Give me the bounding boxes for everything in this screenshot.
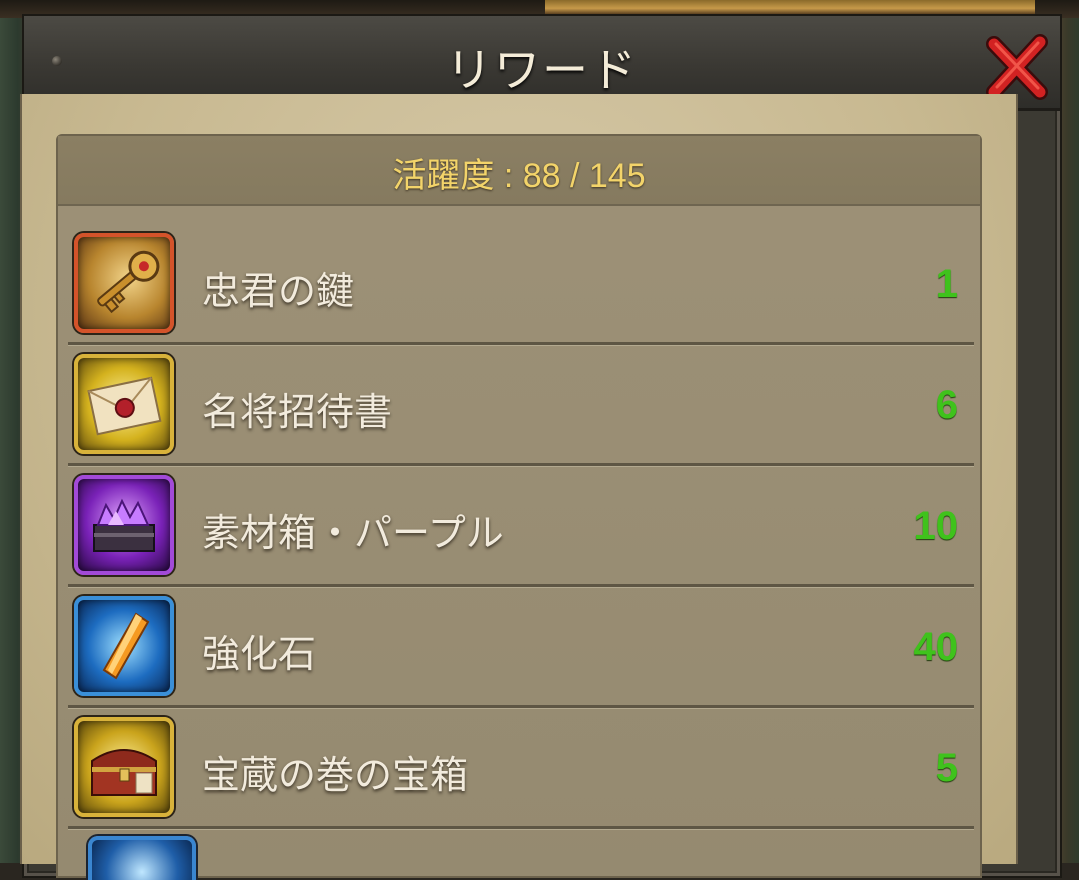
reward-name: 宝蔵の巻の宝箱 xyxy=(202,753,469,797)
reward-name: 強化石 xyxy=(202,632,317,676)
reward-list-panel: 活躍度 : 88 / 145 忠君の鍵 1 名将招待書 6 素材箱・パープル 1… xyxy=(56,134,982,880)
activity-points: 活躍度 : 88 / 145 xyxy=(392,157,646,195)
reward-count: 5 xyxy=(935,746,958,790)
partial-item-icon xyxy=(88,836,196,880)
sealed-letter-icon xyxy=(74,354,174,454)
golden-key-icon xyxy=(74,233,174,333)
reward-name: 素材箱・パープル xyxy=(202,511,504,555)
reward-row: 忠君の鍵 1 xyxy=(68,224,974,345)
reward-row: 宝蔵の巻の宝箱 5 xyxy=(68,708,974,829)
reward-row: 素材箱・パープル 10 xyxy=(68,466,974,587)
reward-count: 6 xyxy=(935,383,958,427)
close-icon xyxy=(986,34,1048,100)
background-frame-gold xyxy=(545,0,1035,14)
treasure-chest-icon xyxy=(74,717,174,817)
purple-crystal-chest-icon xyxy=(74,475,174,575)
close-button[interactable] xyxy=(982,32,1052,102)
reward-count: 40 xyxy=(913,625,959,669)
reward-name: 忠君の鍵 xyxy=(202,269,355,313)
reward-name: 名将招待書 xyxy=(202,390,393,434)
window-title: リワード xyxy=(446,43,638,97)
reward-row: 名将招待書 6 xyxy=(68,345,974,466)
reward-row: 強化石 40 xyxy=(68,587,974,708)
reward-count: 10 xyxy=(913,504,959,548)
orange-crystal-icon xyxy=(74,596,174,696)
reward-count: 1 xyxy=(935,262,958,306)
activity-header: 活躍度 : 88 / 145 xyxy=(58,136,980,206)
